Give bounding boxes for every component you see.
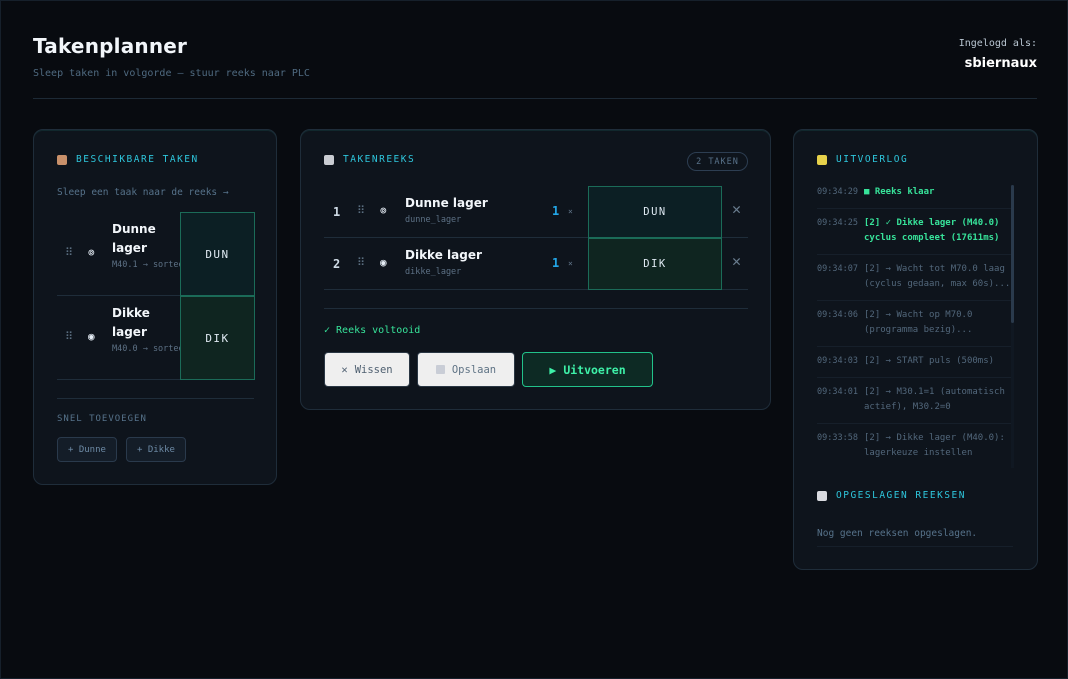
memo-icon [817,154,827,165]
log-text: [2] ✓ Dikke lager (M40.0) cyclus complee… [864,218,1000,243]
username: sbiernaux [964,56,1037,71]
bearing-thin-icon: ⊚ [88,246,95,259]
log-text: ■ Reeks klaar [864,187,935,197]
task-name: Dikke lager [112,306,150,339]
row-code-badge: DUN [588,186,722,238]
log-text: [2] → START puls (500ms) [864,356,995,366]
close-icon: ✕ [341,363,348,376]
row-code-badge: DIK [588,238,722,290]
page-header: Takenplanner Sleep taken in volgorde — s… [33,34,1037,79]
user-info: Ingelogd als: sbiernaux [959,38,1037,71]
bearing-thick-icon: ◉ [88,330,95,343]
log-entry: 09:34:01 [2] → M30.1=1 (automatisch acti… [817,385,1013,424]
log-entry: 09:34:29 ■ Reeks klaar [817,185,1013,209]
task-code-badge: DUN [180,212,255,296]
available-tasks-title-text: BESCHIKBARE TAKEN [76,154,199,165]
row-task-id: dikke_lager [405,267,462,277]
clear-button-label: Wissen [354,363,393,376]
logged-in-label: Ingelogd als: [958,38,1037,49]
drag-handle-icon[interactable]: ⠿ [65,246,73,259]
log-text: [2] → Dikke lager (M40.0): lagerkeuze in… [864,433,1005,458]
log-entry: 09:34:03 [2] → START puls (500ms) [817,354,1013,378]
task-code-badge: DIK [180,296,255,380]
row-task-id: dunne_lager [405,215,462,225]
available-tasks-panel: BESCHIKBARE TAKEN Sleep een taak naar de… [33,129,277,485]
quick-add-title: SNEL TOEVOEGEN [57,414,147,424]
drag-hint: Sleep een taak naar de reeks → [57,187,229,198]
floppy-disk-icon [817,490,827,501]
log-time: 09:34:06 [817,310,858,320]
sequence-row[interactable]: 1 ⠿ ⊚ Dunne lager dunne_lager 1 × DUN ✕ [324,186,748,238]
task-card-dikke[interactable]: ⠿ ◉ Dikke lager M40.0 → sorteer 1× DIK [57,296,255,380]
log-text: [2] → Wacht tot M70.0 laag (cyclus gedaa… [864,264,1011,289]
row-number: 1 [333,205,341,219]
bearing-thick-icon: ◉ [380,256,387,269]
task-name: Dunne lager [112,222,156,255]
divider [57,398,254,399]
log-entry: 09:33:58 [2] → Dikke lager (M40.0): lage… [817,431,1013,468]
log-scrollbar[interactable] [1011,185,1014,468]
drag-handle-icon[interactable]: ⠿ [357,204,365,217]
task-count-badge: 2 TAKEN [687,152,748,171]
play-icon: ▶ [549,362,557,377]
header-divider [33,98,1037,99]
save-button[interactable]: Opslaan [417,352,515,387]
row-number: 2 [333,257,341,271]
row-repeat-count[interactable]: 1 [552,204,559,218]
save-button-label: Opslaan [451,363,497,376]
row-times-sign: × [568,259,573,268]
run-button[interactable]: ▶ Uitvoeren [522,352,653,387]
log-time: 09:34:03 [817,356,858,366]
sequence-status: ✓ Reeks voltooid [324,325,421,336]
saved-sequences-title: OPGESLAGEN REEKSEN [817,490,966,501]
drag-handle-icon[interactable]: ⠿ [65,330,73,343]
clipboard-icon [324,154,334,165]
page-subtitle: Sleep taken in volgorde — stuur reeks na… [33,68,310,79]
log-scrollbar-thumb[interactable] [1011,185,1014,323]
log-time: 09:34:07 [817,264,858,274]
log-time: 09:33:58 [817,433,858,443]
task-sequence-panel: TAKENREEKS 2 TAKEN 1 ⠿ ⊚ Dunne lager dun… [300,129,771,410]
drag-handle-icon[interactable]: ⠿ [357,256,365,269]
log-entry: 09:34:07 [2] → Wacht tot M70.0 laag (cyc… [817,262,1013,301]
bearing-thin-icon: ⊚ [380,204,387,217]
log-time: 09:34:01 [817,387,858,397]
row-times-sign: × [568,207,573,216]
log-time: 09:34:29 [817,187,858,197]
remove-row-close-icon[interactable]: ✕ [732,200,741,218]
run-button-label: Uitvoeren [563,362,626,377]
execution-log-panel: UITVOERLOG 09:34:29 ■ Reeks klaar 09:34:… [793,129,1038,570]
log-list[interactable]: 09:34:29 ■ Reeks klaar 09:34:25 [2] ✓ Di… [817,185,1013,468]
quick-add-dunne-button[interactable]: + Dunne [57,437,117,462]
execution-log-title: UITVOERLOG [817,154,908,165]
log-entry: 09:34:06 [2] → Wacht op M70.0 (programma… [817,308,1013,347]
available-tasks-title: BESCHIKBARE TAKEN [57,154,199,165]
task-sequence-title-text: TAKENREEKS [343,154,416,165]
page-title: Takenplanner [33,34,188,58]
quick-add-dikke-button[interactable]: + Dikke [126,437,186,462]
saved-sequences-title-text: OPGESLAGEN REEKSEN [836,490,966,501]
execution-log-title-text: UITVOERLOG [836,154,909,165]
row-task-name: Dikke lager [405,248,482,262]
log-text: [2] → Wacht op M70.0 (programma bezig)..… [864,310,973,335]
floppy-disk-icon [435,365,445,374]
row-task-name: Dunne lager [405,196,488,210]
divider [324,308,748,309]
divider [817,546,1013,547]
row-repeat-count[interactable]: 1 [552,256,559,270]
task-sequence-title: TAKENREEKS [324,154,415,165]
log-entry: 09:34:25 [2] ✓ Dikke lager (M40.0) cyclu… [817,216,1013,255]
clear-button[interactable]: ✕ Wissen [324,352,410,387]
box-icon [57,154,67,165]
sequence-row[interactable]: 2 ⠿ ◉ Dikke lager dikke_lager 1 × DIK ✕ [324,238,748,290]
remove-row-close-icon[interactable]: ✕ [732,252,741,270]
task-card-dunne[interactable]: ⠿ ⊚ Dunne lager M40.1 → sorteer 1× DUN [57,212,255,296]
log-text: [2] → M30.1=1 (automatisch actief), M30.… [864,387,1005,412]
saved-sequences-empty: Nog geen reeksen opgeslagen. [817,528,978,539]
log-time: 09:34:25 [817,218,858,228]
